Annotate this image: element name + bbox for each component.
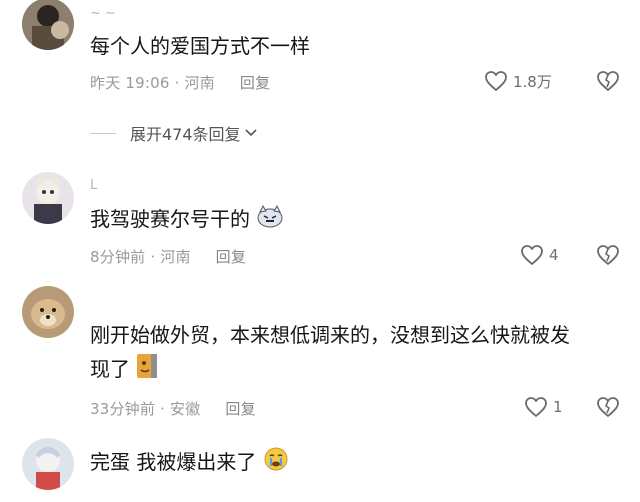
- comment-location: 河南: [184, 74, 215, 92]
- divider-line: [90, 132, 116, 134]
- avatar[interactable]: [22, 172, 74, 224]
- heart-outline-icon: [485, 71, 507, 91]
- comment-text: 完蛋 我被爆出来了: [90, 445, 289, 482]
- cat-emoji-icon: [256, 204, 284, 238]
- chevron-down-icon: [244, 129, 257, 137]
- like-count: 1: [553, 398, 563, 416]
- comment-meta: 8分钟前 · 河南 回复: [90, 246, 246, 267]
- like-button[interactable]: 1: [524, 396, 563, 418]
- comment-text-line-2: 现了: [90, 352, 570, 389]
- like-button[interactable]: 4: [520, 244, 559, 266]
- comment-meta: 昨天 19:06 · 河南 回复: [90, 72, 270, 93]
- reply-button[interactable]: 回复: [240, 74, 270, 92]
- crying-emoji-icon: [263, 446, 289, 482]
- like-count: 4: [549, 246, 559, 264]
- reply-button[interactable]: 回复: [225, 400, 255, 418]
- dislike-button[interactable]: [596, 70, 620, 96]
- comment-text-line-2-body: 现了: [90, 357, 130, 381]
- broken-heart-icon: [597, 71, 619, 91]
- square-sticker-icon: [136, 353, 158, 389]
- comment-time: 33分钟前: [90, 400, 156, 418]
- meta-separator: ·: [160, 400, 166, 418]
- meta-separator: ·: [150, 248, 156, 266]
- comment-time: 昨天 19:06: [90, 74, 170, 92]
- reply-button[interactable]: 回复: [216, 248, 246, 266]
- comment-text: 每个人的爱国方式不一样: [90, 34, 310, 58]
- username[interactable]: ~ ~: [90, 6, 116, 21]
- comment-meta: 33分钟前 · 安徽 回复: [90, 398, 256, 419]
- heart-outline-icon: [525, 397, 547, 417]
- like-button[interactable]: 1.8万: [484, 70, 552, 92]
- heart-outline-icon: [521, 245, 543, 265]
- comment-text: 我驾驶赛尔号干的: [90, 202, 284, 238]
- expand-replies-button[interactable]: 展开474条回复: [90, 121, 258, 145]
- avatar[interactable]: [22, 0, 74, 50]
- avatar[interactable]: [22, 438, 74, 490]
- avatar[interactable]: [22, 286, 74, 338]
- broken-heart-icon: [597, 397, 619, 417]
- broken-heart-icon: [597, 245, 619, 265]
- username[interactable]: L: [90, 178, 97, 193]
- comment-location: 安徽: [170, 400, 201, 418]
- like-count: 1.8万: [513, 72, 552, 91]
- comment-text-body: 我驾驶赛尔号干的: [90, 207, 250, 231]
- meta-separator: ·: [174, 74, 180, 92]
- dislike-button[interactable]: [596, 244, 620, 270]
- comment-text-body: 完蛋 我被爆出来了: [90, 450, 257, 474]
- comment-text: 刚开始做外贸，本来想低调来的，没想到这么快就被发 现了: [90, 318, 570, 389]
- comment-time: 8分钟前: [90, 248, 146, 266]
- expand-replies-label: 展开474条回复: [130, 125, 241, 144]
- dislike-button[interactable]: [596, 396, 620, 422]
- comment-location: 河南: [160, 248, 191, 266]
- comment-text-line-1: 刚开始做外贸，本来想低调来的，没想到这么快就被发: [90, 323, 570, 347]
